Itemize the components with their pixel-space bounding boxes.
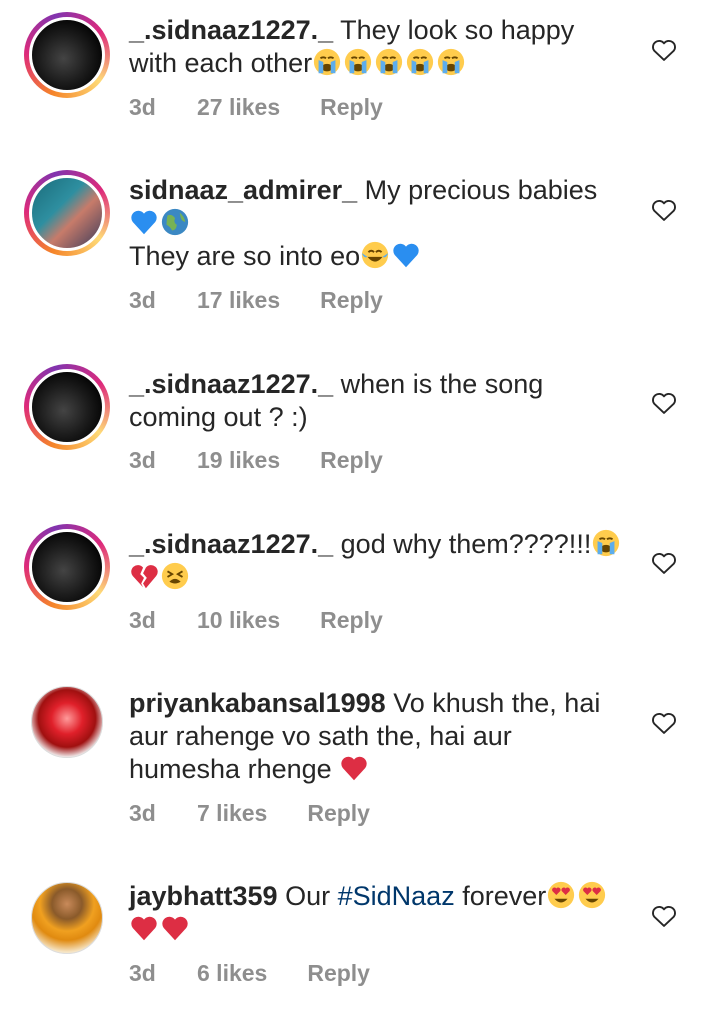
comment-username[interactable]: priyankabansal1998 <box>129 688 386 718</box>
comment-username[interactable]: sidnaaz_admirer_ <box>129 175 357 205</box>
comment-body-after: forever <box>462 881 547 911</box>
loudly-crying-face-icon <box>436 47 466 77</box>
like-heart-icon[interactable] <box>650 709 678 737</box>
reply-button[interactable]: Reply <box>307 960 370 987</box>
comment-likes[interactable]: 7 likes <box>197 800 267 827</box>
comment-body: god why them????!!! <box>340 529 592 559</box>
red-heart-icon <box>129 913 159 943</box>
comment-meta: 3d 6 likes Reply <box>129 960 370 987</box>
heart-eyes-face-icon <box>546 880 576 910</box>
avatar[interactable] <box>24 12 110 98</box>
comment-meta: 3d 27 likes Reply <box>129 94 383 121</box>
comment-username[interactable]: _.sidnaaz1227._ <box>129 369 333 399</box>
avatar[interactable] <box>31 882 103 954</box>
blue-heart-icon <box>129 207 159 237</box>
comment-likes[interactable]: 27 likes <box>197 94 280 121</box>
tired-face-icon <box>160 561 190 591</box>
comment-meta: 3d 10 likes Reply <box>129 607 383 634</box>
comment-username[interactable]: _.sidnaaz1227._ <box>129 15 333 45</box>
avatar-photo <box>29 17 105 93</box>
emoji-row <box>312 48 467 78</box>
reply-button[interactable]: Reply <box>307 800 370 827</box>
avatar-photo <box>29 529 105 605</box>
comment-time: 3d <box>129 800 156 826</box>
globe-icon <box>160 207 190 237</box>
heart-eyes-face-icon <box>577 880 607 910</box>
comment-text: _.sidnaaz1227._ They look so happy with … <box>129 14 629 80</box>
loudly-crying-face-icon <box>591 528 621 558</box>
comment-text: jaybhatt359 Our #SidNaaz forever <box>129 880 629 946</box>
comment-time: 3d <box>129 287 156 313</box>
red-heart-icon <box>339 753 369 783</box>
like-heart-icon[interactable] <box>650 36 678 64</box>
comment-meta: 3d 19 likes Reply <box>129 447 383 474</box>
comment-likes[interactable]: 17 likes <box>197 287 280 314</box>
comment-username[interactable]: jaybhatt359 <box>129 881 278 911</box>
comment-time: 3d <box>129 94 156 120</box>
like-heart-icon[interactable] <box>650 902 678 930</box>
comment-time: 3d <box>129 960 156 986</box>
comment-likes[interactable]: 19 likes <box>197 447 280 474</box>
comment-time: 3d <box>129 447 156 473</box>
comment-likes[interactable]: 6 likes <box>197 960 267 987</box>
comment-body-before: Our <box>285 881 331 911</box>
comment-body-line2: They are so into eo <box>129 241 361 271</box>
tears-of-joy-face-icon <box>360 240 390 270</box>
comment-text: sidnaaz_admirer_ My precious babies They… <box>129 174 629 273</box>
avatar-photo <box>31 882 103 954</box>
avatar[interactable] <box>24 524 110 610</box>
loudly-crying-face-icon <box>312 47 342 77</box>
comment-text: _.sidnaaz1227._ when is the song coming … <box>129 368 629 434</box>
loudly-crying-face-icon <box>374 47 404 77</box>
like-heart-icon[interactable] <box>650 389 678 417</box>
reply-button[interactable]: Reply <box>320 94 383 121</box>
avatar[interactable] <box>31 686 103 758</box>
comment-text: priyankabansal1998 Vo khush the, hai aur… <box>129 687 629 786</box>
hashtag-link[interactable]: #SidNaaz <box>338 881 455 911</box>
avatar[interactable] <box>24 364 110 450</box>
avatar[interactable] <box>24 170 110 256</box>
reply-button[interactable]: Reply <box>320 287 383 314</box>
comment-time: 3d <box>129 607 156 633</box>
comment-likes[interactable]: 10 likes <box>197 607 280 634</box>
loudly-crying-face-icon <box>405 47 435 77</box>
loudly-crying-face-icon <box>343 47 373 77</box>
like-heart-icon[interactable] <box>650 196 678 224</box>
broken-heart-icon <box>129 561 159 591</box>
comment-username[interactable]: _.sidnaaz1227._ <box>129 529 333 559</box>
comment-text: _.sidnaaz1227._ god why them????!!! <box>129 528 629 594</box>
avatar-photo <box>29 175 105 251</box>
blue-heart-icon <box>391 240 421 270</box>
comment-body: My precious babies <box>364 175 598 205</box>
reply-button[interactable]: Reply <box>320 607 383 634</box>
avatar-photo <box>31 686 103 758</box>
comment-meta: 3d 7 likes Reply <box>129 800 370 827</box>
like-heart-icon[interactable] <box>650 549 678 577</box>
reply-button[interactable]: Reply <box>320 447 383 474</box>
comment-meta: 3d 17 likes Reply <box>129 287 383 314</box>
avatar-photo <box>29 369 105 445</box>
red-heart-icon <box>160 913 190 943</box>
